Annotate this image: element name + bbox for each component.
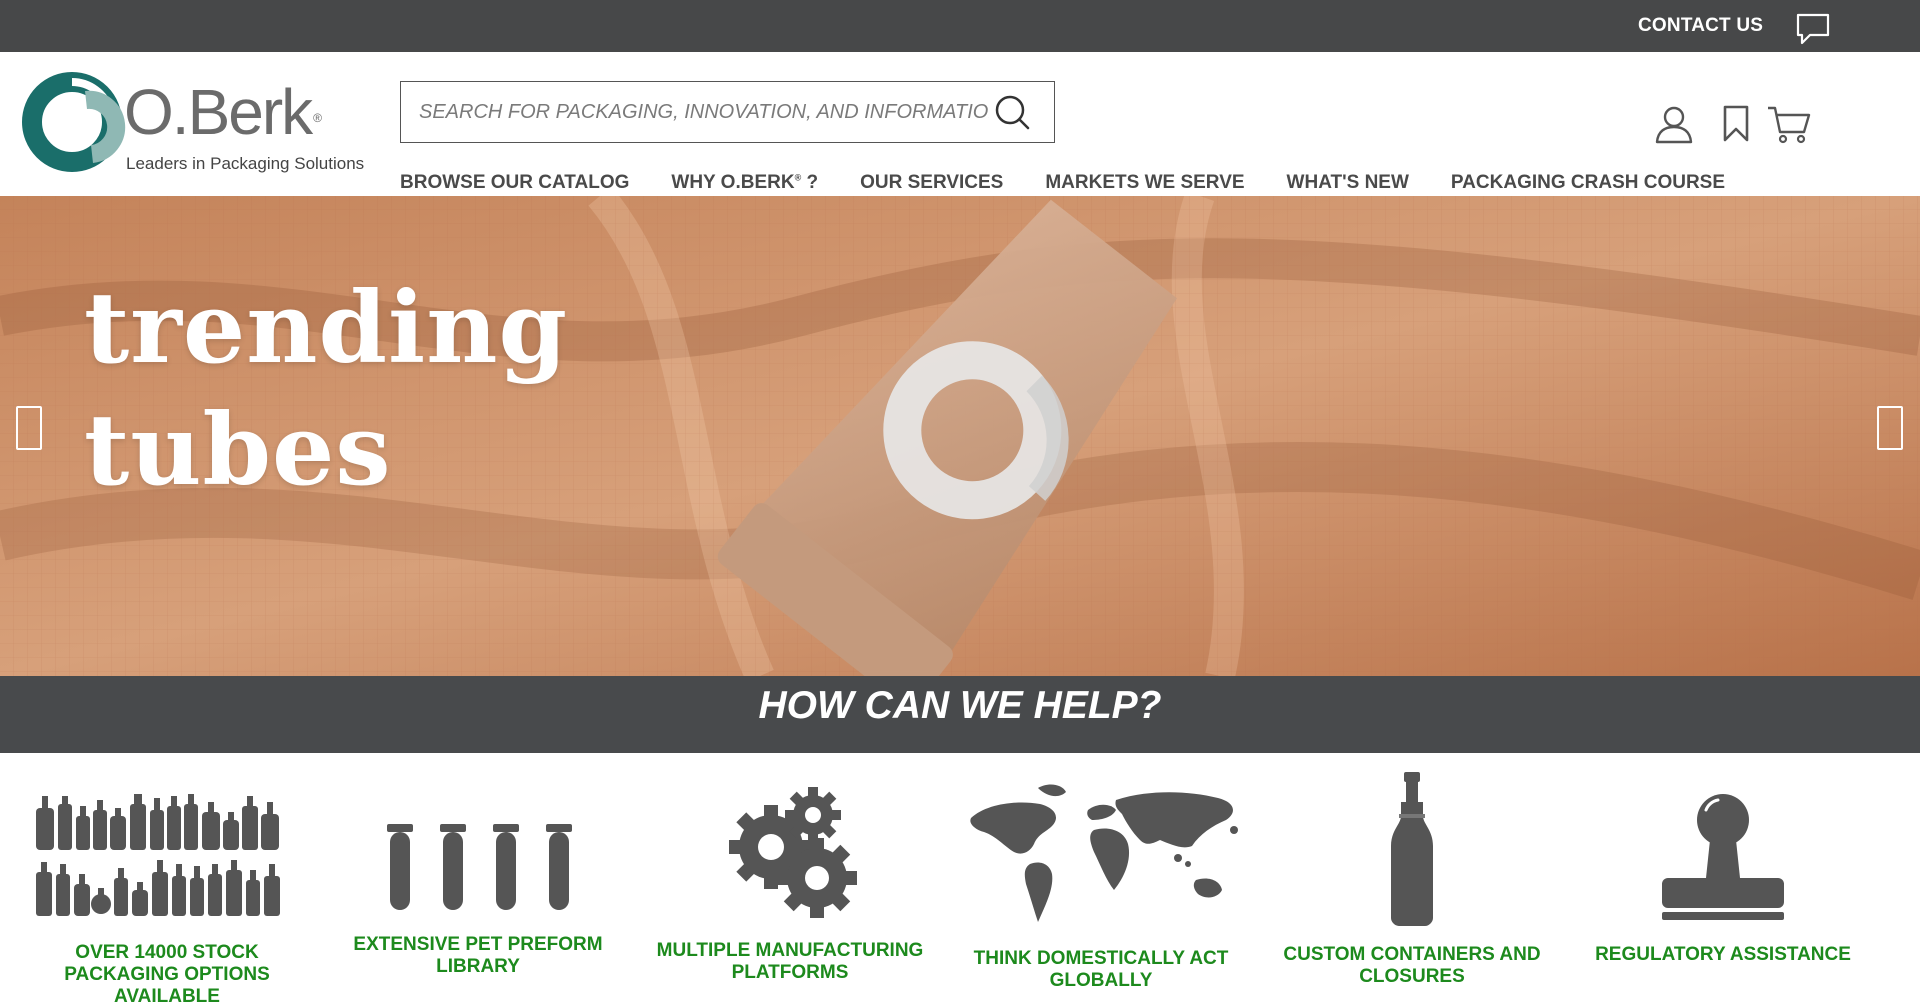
hero-line-2: tubes — [84, 393, 392, 508]
hero-title: trending tubes — [84, 268, 568, 512]
brand-tagline: Leaders in Packaging Solutions — [126, 154, 365, 173]
feature-manufacturing[interactable]: MULTIPLE MANUFACTURING PLATFORMS — [645, 760, 935, 993]
feature-label: OVER 14000 STOCK PACKAGING OPTIONS AVAIL… — [64, 942, 270, 1007]
feature-stock-packaging[interactable]: OVER 14000 STOCK PACKAGING OPTIONS AVAIL… — [22, 760, 312, 1007]
gears-icon — [729, 787, 857, 918]
nav-whats-new[interactable]: WHAT'S NEW — [1287, 172, 1409, 196]
search-icon[interactable] — [991, 92, 1035, 132]
help-band: HOW CAN WE HELP? — [0, 676, 1920, 753]
nav-why-oberk[interactable]: WHY O.BERK® ? — [671, 172, 818, 196]
brand-name: O.Berk — [124, 76, 313, 148]
world-map-icon — [970, 784, 1238, 922]
bottles-icon — [36, 794, 280, 916]
feature-label: THINK DOMESTICALLY ACT GLOBALLY — [973, 948, 1229, 991]
carousel-prev-button[interactable] — [16, 406, 42, 450]
feature-label: CUSTOM CONTAINERS AND CLOSURES — [1283, 944, 1541, 987]
stamp-icon — [1662, 794, 1784, 920]
cart-icon[interactable] — [1766, 104, 1812, 144]
feature-label: MULTIPLE MANUFACTURING PLATFORMS — [656, 940, 924, 983]
feature-pet-preform[interactable]: EXTENSIVE PET PREFORM LIBRARY — [333, 760, 623, 993]
contact-us-link[interactable]: CONTACT US — [1638, 15, 1763, 37]
carousel-next-button[interactable] — [1877, 406, 1903, 450]
main-nav: BROWSE OUR CATALOG WHY O.BERK® ? OUR SER… — [400, 172, 1767, 196]
brand-logo[interactable]: O.Berk ® Leaders in Packaging Solutions — [22, 70, 365, 178]
feature-custom-containers[interactable]: CUSTOM CONTAINERS AND CLOSURES — [1267, 760, 1557, 993]
custom-bottle-icon — [1391, 772, 1433, 926]
nav-markets-we-serve[interactable]: MARKETS WE SERVE — [1045, 172, 1244, 196]
feature-label: REGULATORY ASSISTANCE — [1595, 944, 1851, 965]
feature-regulatory[interactable]: REGULATORY ASSISTANCE — [1578, 760, 1868, 993]
nav-why-oberk-label: WHY O.BERK — [671, 172, 795, 193]
preforms-icon — [387, 824, 572, 910]
chat-icon[interactable] — [1796, 13, 1830, 45]
brand-registered: ® — [313, 111, 322, 125]
user-icon[interactable] — [1654, 104, 1694, 144]
search-box — [400, 81, 1055, 143]
feature-label: EXTENSIVE PET PREFORM LIBRARY — [353, 934, 603, 977]
feature-global[interactable]: THINK DOMESTICALLY ACT GLOBALLY — [956, 760, 1246, 993]
nav-our-services[interactable]: OUR SERVICES — [860, 172, 1003, 196]
hero-line-1: trending — [84, 271, 569, 386]
search-input[interactable] — [419, 96, 989, 128]
help-title: HOW CAN WE HELP? — [758, 684, 1162, 727]
top-bar: CONTACT US — [0, 0, 1920, 52]
hero-banner[interactable]: trending tubes — [0, 196, 1920, 676]
nav-packaging-crash-course[interactable]: PACKAGING CRASH COURSE — [1451, 172, 1725, 196]
nav-browse-catalog[interactable]: BROWSE OUR CATALOG — [400, 172, 629, 196]
nav-why-oberk-suffix: ? — [801, 172, 819, 193]
bookmark-icon[interactable] — [1722, 104, 1750, 144]
